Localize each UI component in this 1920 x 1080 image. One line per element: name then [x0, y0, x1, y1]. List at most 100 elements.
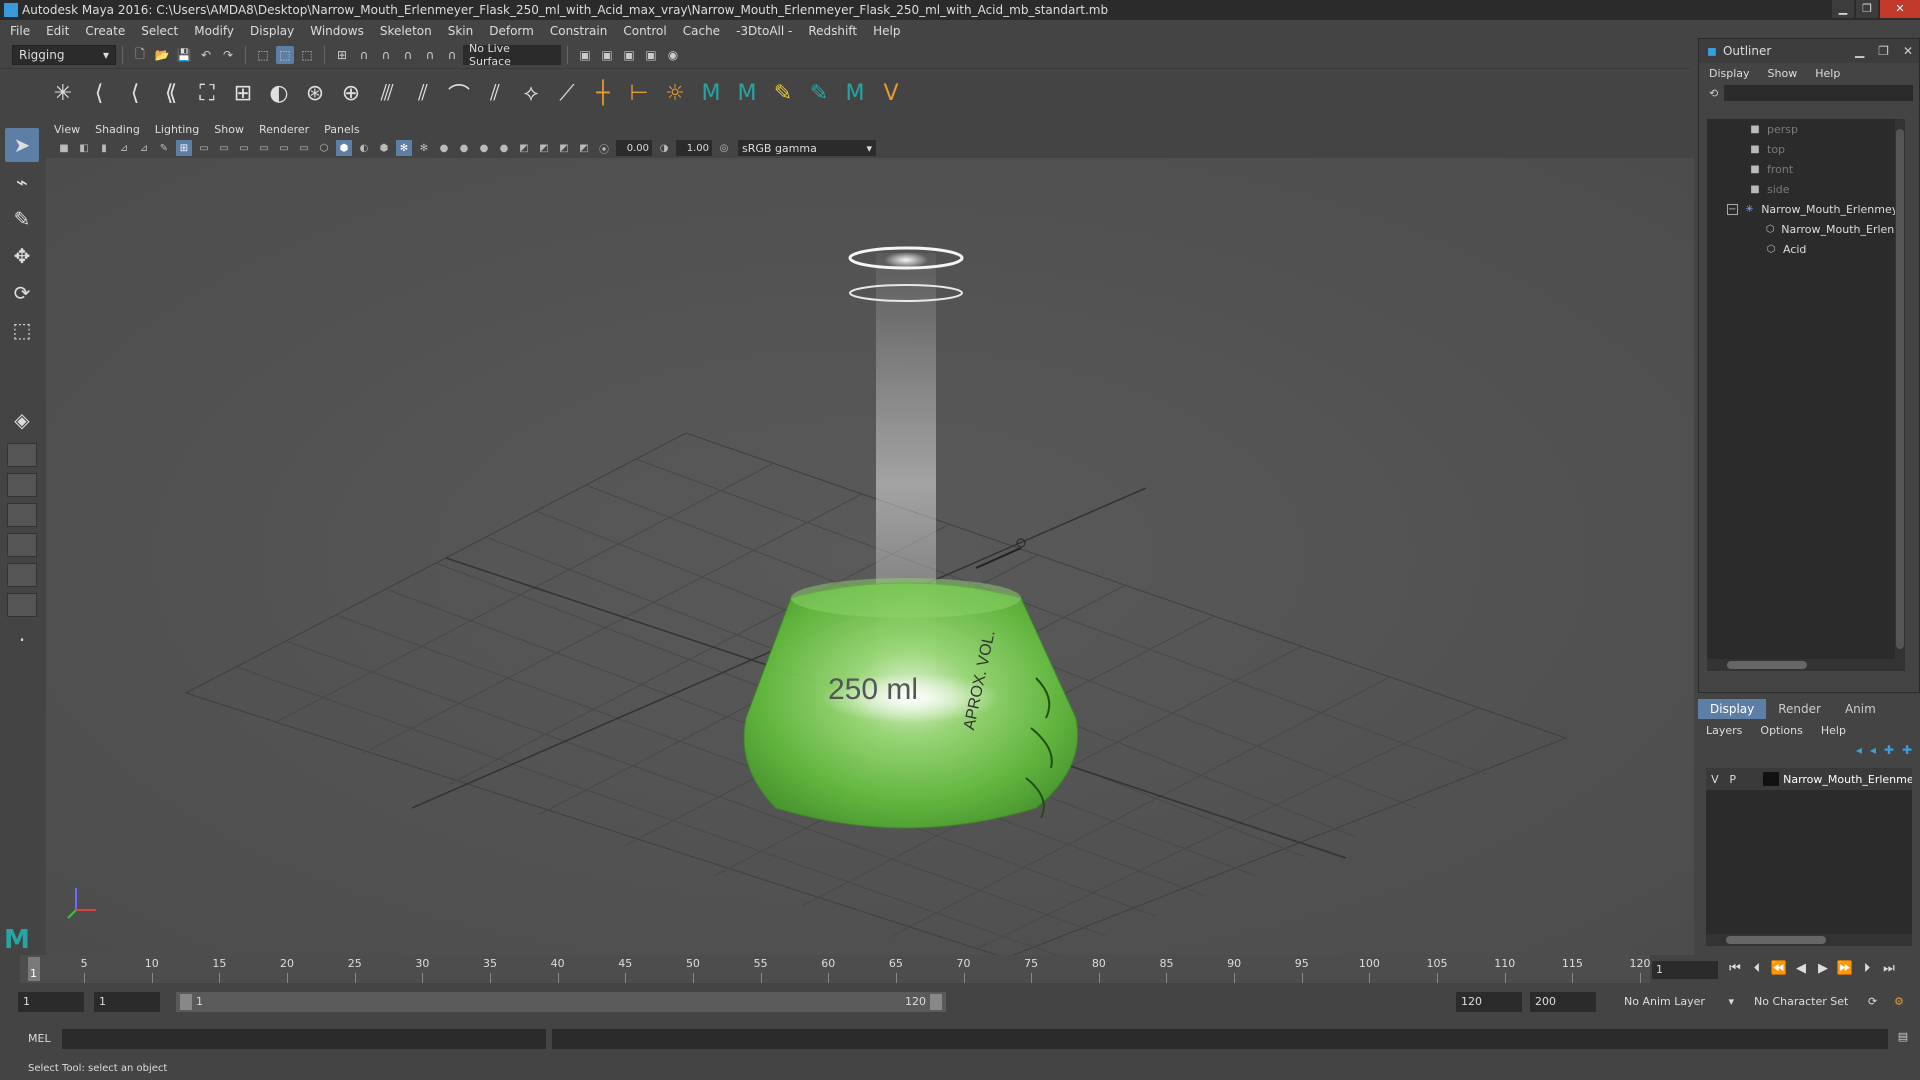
menu-3dtoall[interactable]: -3DtoAll -: [736, 24, 792, 38]
menu-constrain[interactable]: Constrain: [550, 24, 608, 38]
outliner-menu-display[interactable]: Display: [1709, 67, 1750, 80]
move-layer-up-icon[interactable]: ◂: [1856, 743, 1862, 757]
layout-outliner-icon[interactable]: [7, 503, 37, 527]
v-tool-icon[interactable]: V: [876, 79, 906, 109]
paint-tool-icon[interactable]: ✎: [768, 79, 798, 109]
menu-select[interactable]: Select: [141, 24, 178, 38]
rotate-tool-icon[interactable]: ⟳: [5, 276, 39, 310]
exposure-field[interactable]: 0.00: [616, 140, 652, 156]
xray-icon[interactable]: ◩: [536, 140, 552, 156]
layout-four-view-icon[interactable]: [7, 443, 37, 467]
menu-edit[interactable]: Edit: [46, 24, 69, 38]
motion-blur-icon[interactable]: ●: [456, 140, 472, 156]
range-start-handle[interactable]: [180, 994, 192, 1010]
layer-color-swatch[interactable]: [1763, 772, 1780, 786]
step-forward-frame-icon[interactable]: ⏵: [1856, 961, 1878, 976]
script-icon[interactable]: ☼: [660, 79, 690, 109]
layer-row[interactable]: V P Narrow_Mouth_Erlenme: [1706, 768, 1912, 790]
playback-end-field[interactable]: 120: [1456, 992, 1522, 1012]
select-component-icon[interactable]: ⬚: [298, 46, 316, 64]
2d-pan-icon[interactable]: ⊿: [136, 140, 152, 156]
layer-menu-layers[interactable]: Layers: [1706, 724, 1742, 737]
new-scene-icon[interactable]: 🗋: [131, 46, 149, 64]
layout-graph-icon[interactable]: [7, 533, 37, 557]
scale-tool-icon[interactable]: ⬚: [5, 313, 39, 347]
safe-title-icon[interactable]: ▭: [296, 140, 312, 156]
snap-view-icon[interactable]: ∩: [399, 46, 417, 64]
redo-icon[interactable]: ↷: [219, 46, 237, 64]
new-layer-selected-icon[interactable]: ✚: [1902, 743, 1912, 757]
menu-cache[interactable]: Cache: [683, 24, 720, 38]
point-constraint-icon[interactable]: ⫻: [372, 79, 402, 109]
snap-surface-icon[interactable]: ∩: [421, 46, 439, 64]
step-back-frame-icon[interactable]: ⏴: [1746, 961, 1768, 976]
bookmark-icon[interactable]: ▮: [96, 140, 112, 156]
tab-anim[interactable]: Anim: [1833, 699, 1888, 719]
range-end-handle[interactable]: [930, 994, 942, 1010]
go-to-end-icon[interactable]: ⏭: [1878, 961, 1900, 976]
outliner-item-flask-mesh[interactable]: ⬡ Narrow_Mouth_Erlenm: [1707, 219, 1905, 239]
command-input[interactable]: [62, 1029, 546, 1049]
wireframe-icon[interactable]: ⬡: [316, 140, 332, 156]
snap-grid-icon[interactable]: ⊞: [333, 46, 351, 64]
image-plane-icon[interactable]: ⊿: [116, 140, 132, 156]
layer-menu-help[interactable]: Help: [1821, 724, 1846, 737]
gamma-icon[interactable]: ◑: [656, 140, 672, 156]
menu-file[interactable]: File: [10, 24, 30, 38]
ik-spline-icon[interactable]: ⟨: [120, 79, 150, 109]
textured-icon[interactable]: ⬢: [376, 140, 392, 156]
playback-start-field[interactable]: 1: [94, 992, 160, 1012]
quick-layout-icon[interactable]: ◈: [5, 403, 39, 437]
collapse-icon[interactable]: −: [1727, 203, 1738, 215]
grease-pencil-icon[interactable]: ✎: [156, 140, 172, 156]
maya-tool-2-icon[interactable]: M: [732, 79, 762, 109]
move-layer-down-icon[interactable]: ◂: [1870, 743, 1876, 757]
outliner-item-side[interactable]: ■ side: [1707, 179, 1905, 199]
lattice-icon[interactable]: ⊛: [300, 79, 330, 109]
menu-redshift[interactable]: Redshift: [808, 24, 857, 38]
outliner-horizontal-scrollbar[interactable]: [1707, 659, 1905, 671]
menu-display[interactable]: Display: [250, 24, 294, 38]
gamma-field[interactable]: 1.00: [676, 140, 712, 156]
outliner-item-top[interactable]: ■ top: [1707, 139, 1905, 159]
step-back-key-icon[interactable]: ⏪: [1768, 961, 1790, 976]
outliner-maximize-button[interactable]: ❐: [1878, 44, 1889, 58]
range-slider-bar[interactable]: 1 120: [176, 992, 946, 1012]
outliner-menu-help[interactable]: Help: [1815, 67, 1840, 80]
xray-joints-icon[interactable]: ◩: [576, 140, 592, 156]
undo-icon[interactable]: ↶: [197, 46, 215, 64]
orient-constraint-icon[interactable]: ⌒: [444, 79, 474, 109]
grid-toggle-icon[interactable]: ⊞: [176, 140, 192, 156]
current-frame-field[interactable]: 1: [1652, 961, 1718, 979]
menu-set-dropdown[interactable]: Rigging ▾: [12, 45, 116, 65]
joint-tool-icon[interactable]: ✳: [48, 79, 78, 109]
sculpt-tool-icon[interactable]: ✎: [804, 79, 834, 109]
snap-live-icon[interactable]: ∩: [443, 46, 461, 64]
refresh-icon[interactable]: ⟲: [1709, 87, 1718, 100]
render-settings-icon[interactable]: ▣: [620, 46, 638, 64]
render-frame-icon[interactable]: ▣: [576, 46, 594, 64]
color-management-icon[interactable]: ◎: [716, 140, 732, 156]
resolution-gate-icon[interactable]: ▭: [216, 140, 232, 156]
menu-skin[interactable]: Skin: [448, 24, 474, 38]
move-tool-icon[interactable]: ✥: [5, 239, 39, 273]
ik-handle-icon[interactable]: ⟨: [84, 79, 114, 109]
select-tool-icon[interactable]: ➤: [5, 128, 39, 162]
outliner-search-input[interactable]: [1724, 85, 1913, 101]
layer-menu-options[interactable]: Options: [1760, 724, 1802, 737]
animation-preferences-icon[interactable]: ⚙: [1888, 992, 1912, 1012]
outliner-item-flask-group[interactable]: − ✳ Narrow_Mouth_Erlenmeye: [1707, 199, 1905, 219]
xray-active-icon[interactable]: ◩: [556, 140, 572, 156]
menu-modify[interactable]: Modify: [194, 24, 234, 38]
maya-tool-1-icon[interactable]: M: [696, 79, 726, 109]
layout-custom-icon[interactable]: [7, 593, 37, 617]
close-button[interactable]: ✕: [1880, 0, 1920, 18]
ipr-render-icon[interactable]: ▣: [598, 46, 616, 64]
time-slider-track[interactable]: 1 5 10 15 20 25 30 35 40 45 50 55 60 65 70 75 80 85 90 95 1…: [20, 955, 1651, 983]
exposure-icon[interactable]: ⦿: [596, 140, 612, 156]
gate-mask-icon[interactable]: ▭: [236, 140, 252, 156]
select-object-icon[interactable]: ⬚: [276, 46, 294, 64]
outliner-item-acid[interactable]: ⬡ Acid: [1707, 239, 1905, 259]
viewport-menu-lighting[interactable]: Lighting: [155, 123, 199, 136]
aim-constraint-icon[interactable]: ⫽: [408, 79, 438, 109]
